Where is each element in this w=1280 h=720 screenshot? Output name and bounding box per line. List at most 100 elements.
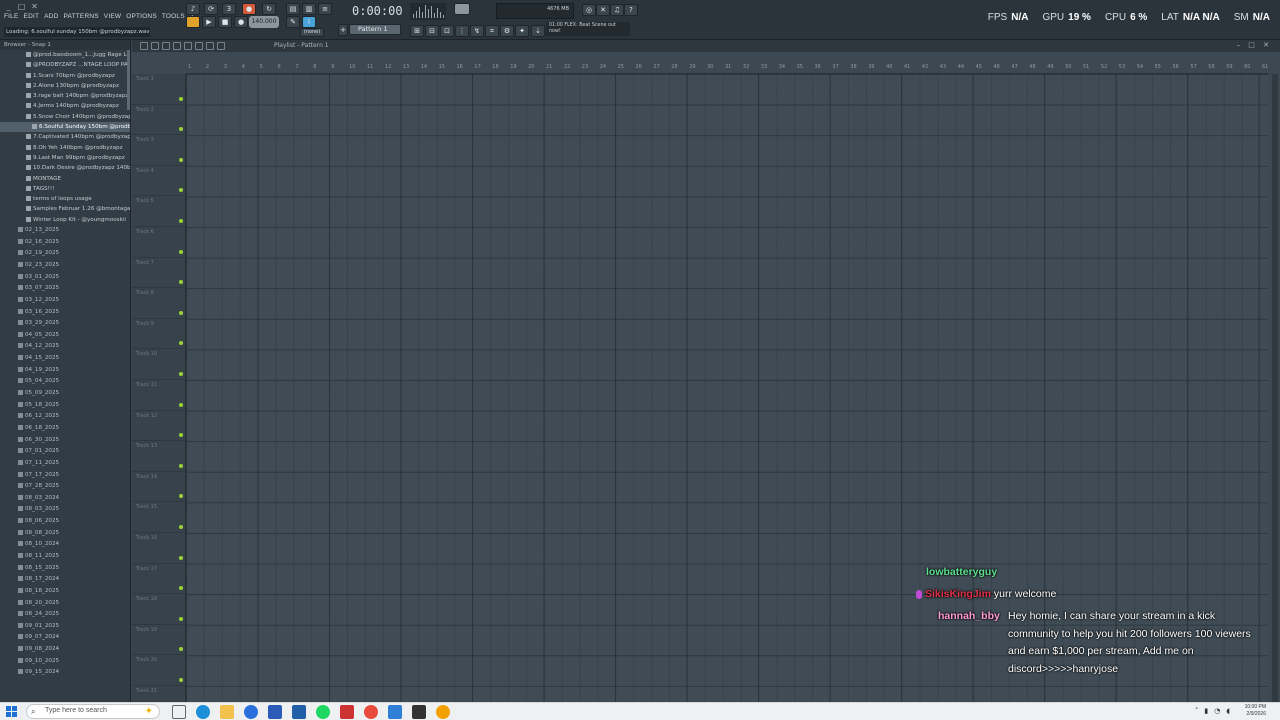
delete-icon[interactable]: [162, 42, 170, 50]
task-view-icon[interactable]: [172, 705, 186, 719]
pattern-selector[interactable]: Pattern 1: [349, 24, 401, 35]
browser-folder[interactable]: 08_03_2025: [0, 504, 130, 516]
track-mute-led[interactable]: [179, 463, 183, 468]
browser-item[interactable]: 10.Dark Desire @prodbyzapz 140bpm: [0, 163, 130, 173]
help-icon[interactable]: ?: [624, 4, 638, 16]
track-header[interactable]: Track 7: [132, 258, 186, 289]
browser-folder[interactable]: 09_01_2025: [0, 621, 130, 633]
volume-icon[interactable]: ◖: [1226, 707, 1230, 715]
browser-folder[interactable]: 08_20_2025: [0, 598, 130, 610]
browser-folder[interactable]: 08_11_2025: [0, 551, 130, 563]
fl-icon[interactable]: [412, 705, 426, 719]
record-mode-icon[interactable]: ●: [242, 3, 256, 15]
chevron-up-icon[interactable]: ˄: [1195, 707, 1199, 715]
zoom-icon[interactable]: [206, 42, 214, 50]
tool-icon-7[interactable]: ⚙: [500, 25, 514, 37]
browser-folder[interactable]: 02_16_2025: [0, 237, 130, 249]
browser-item[interactable]: TAGS!!!: [0, 184, 130, 194]
track-header[interactable]: Track 13: [132, 441, 186, 472]
track-header[interactable]: Track 4: [132, 166, 186, 197]
track-header[interactable]: Track 3: [132, 135, 186, 166]
mic-icon[interactable]: ♫: [610, 4, 624, 16]
track-header[interactable]: Track 16: [132, 533, 186, 564]
browser-folder[interactable]: 03_16_2025: [0, 307, 130, 319]
track-mute-led[interactable]: [179, 310, 183, 315]
select-icon[interactable]: [195, 42, 203, 50]
mute-icon[interactable]: [173, 42, 181, 50]
track-mute-led[interactable]: [179, 433, 183, 438]
browser-folder[interactable]: 03_29_2025: [0, 318, 130, 330]
browser-item[interactable]: MONTAGE: [0, 174, 130, 184]
tool-icon-2[interactable]: ⊟: [425, 25, 439, 37]
track-mute-led[interactable]: [179, 647, 183, 652]
record-button[interactable]: ●: [234, 16, 248, 28]
browser-folder[interactable]: 04_12_2025: [0, 341, 130, 353]
track-header[interactable]: Track 9: [132, 319, 186, 350]
browser-item[interactable]: Samples Februar 1.26 @bmontagain: [0, 204, 130, 214]
browser-item[interactable]: 8.Oh Yeh 140bpm @prodbyzapz: [0, 143, 130, 153]
browser-folder[interactable]: 02_13_2025: [0, 225, 130, 237]
tool-icon-8[interactable]: ✦: [515, 25, 529, 37]
tool-icon-5[interactable]: ↯: [470, 25, 484, 37]
tool-icon-9[interactable]: ⇣: [531, 25, 545, 37]
browser-folder[interactable]: 08_06_2025: [0, 516, 130, 528]
browser-item[interactable]: 7.Captivated 140bpm @prodbyzapz: [0, 132, 130, 142]
browser-item[interactable]: @PRODBYZAPZ ...NTAGE LOOP PACK: [0, 60, 130, 70]
track-header[interactable]: Track 6: [132, 227, 186, 258]
track-mute-led[interactable]: [179, 127, 183, 132]
playlist-scrollbar[interactable]: [1272, 74, 1278, 702]
timeline-ruler[interactable]: 1 2 3 4 5 6 7 8 9 10 11 12 13 14 15 16 17 18 19 20 21 22 23 24 2…: [186, 64, 1268, 74]
browser-folder[interactable]: 08_03_2024: [0, 493, 130, 505]
stop-button[interactable]: ■: [218, 16, 232, 28]
browser-folder[interactable]: 07_01_2025: [0, 446, 130, 458]
browser-folder[interactable]: 05_18_2025: [0, 400, 130, 412]
tool-icon-1[interactable]: ⊞: [410, 25, 424, 37]
browser-folder[interactable]: 09_07_2024: [0, 632, 130, 644]
tempo-display[interactable]: 140.000: [249, 16, 279, 28]
pointer-icon[interactable]: [140, 42, 148, 50]
app-icon[interactable]: [268, 705, 282, 719]
browser-folder[interactable]: 08_24_2025: [0, 609, 130, 621]
snap-icon[interactable]: ⌇: [302, 16, 316, 28]
track-header[interactable]: Track 5: [132, 196, 186, 227]
taskbar-clock[interactable]: 10:00 PM 2/9/2026: [1232, 704, 1266, 718]
browser-folder[interactable]: 05_09_2025: [0, 388, 130, 400]
browser-folder[interactable]: 02_19_2025: [0, 248, 130, 260]
network-icon[interactable]: ◔: [1214, 707, 1220, 715]
snap-select[interactable]: (none): [300, 28, 324, 37]
track-header[interactable]: Track 20: [132, 655, 186, 686]
browser-folder[interactable]: 05_04_2025: [0, 376, 130, 388]
track-header[interactable]: Track 1: [132, 74, 186, 105]
browser-folder[interactable]: 06_18_2025: [0, 423, 130, 435]
browser-folder[interactable]: 09_08_2024: [0, 644, 130, 656]
draw-tool-icon[interactable]: ✎: [286, 16, 300, 28]
browser-folder[interactable]: 06_30_2025: [0, 435, 130, 447]
news-notice[interactable]: 01:00 FLEX: Beat Scene out now!: [546, 22, 630, 36]
track-mute-led[interactable]: [179, 218, 183, 223]
paint-icon[interactable]: [151, 42, 159, 50]
track-header[interactable]: Track 8: [132, 288, 186, 319]
menu-tools[interactable]: TOOLS: [162, 13, 185, 20]
track-mute-led[interactable]: [179, 586, 183, 591]
tool-icon-3[interactable]: ⊡: [440, 25, 454, 37]
browser-item[interactable]: 3.rage bait 140bpm @prodbyzapz: [0, 91, 130, 101]
track-mute-led[interactable]: [179, 494, 183, 499]
browser-folder[interactable]: 04_19_2025: [0, 365, 130, 377]
browser-item[interactable]: 1.Scars 70bpm @prodbyzapz: [0, 71, 130, 81]
track-header[interactable]: Track 18: [132, 594, 186, 625]
master-volume-slider[interactable]: [454, 3, 470, 15]
piano-roll-icon[interactable]: ≡: [318, 3, 332, 15]
browser-folder[interactable]: 08_17_2024: [0, 574, 130, 586]
channel-rack-icon[interactable]: ▥: [302, 3, 316, 15]
track-header[interactable]: Track 2: [132, 105, 186, 136]
track-mute-led[interactable]: [179, 341, 183, 346]
browser-folder[interactable]: 03_01_2025: [0, 272, 130, 284]
browser-item[interactable]: 4.Jerms 140bpm @prodbyzapz: [0, 101, 130, 111]
browser-folder[interactable]: 07_28_2025: [0, 481, 130, 493]
wait-icon[interactable]: ⟳: [204, 3, 218, 15]
online-icon[interactable]: ◎: [582, 4, 596, 16]
track-mute-led[interactable]: [179, 616, 183, 621]
browser-item[interactable]: 2.Alone 130bpm @prodbyzapz: [0, 81, 130, 91]
track-mute-led[interactable]: [179, 157, 183, 162]
countdown-icon[interactable]: 3: [222, 3, 236, 15]
